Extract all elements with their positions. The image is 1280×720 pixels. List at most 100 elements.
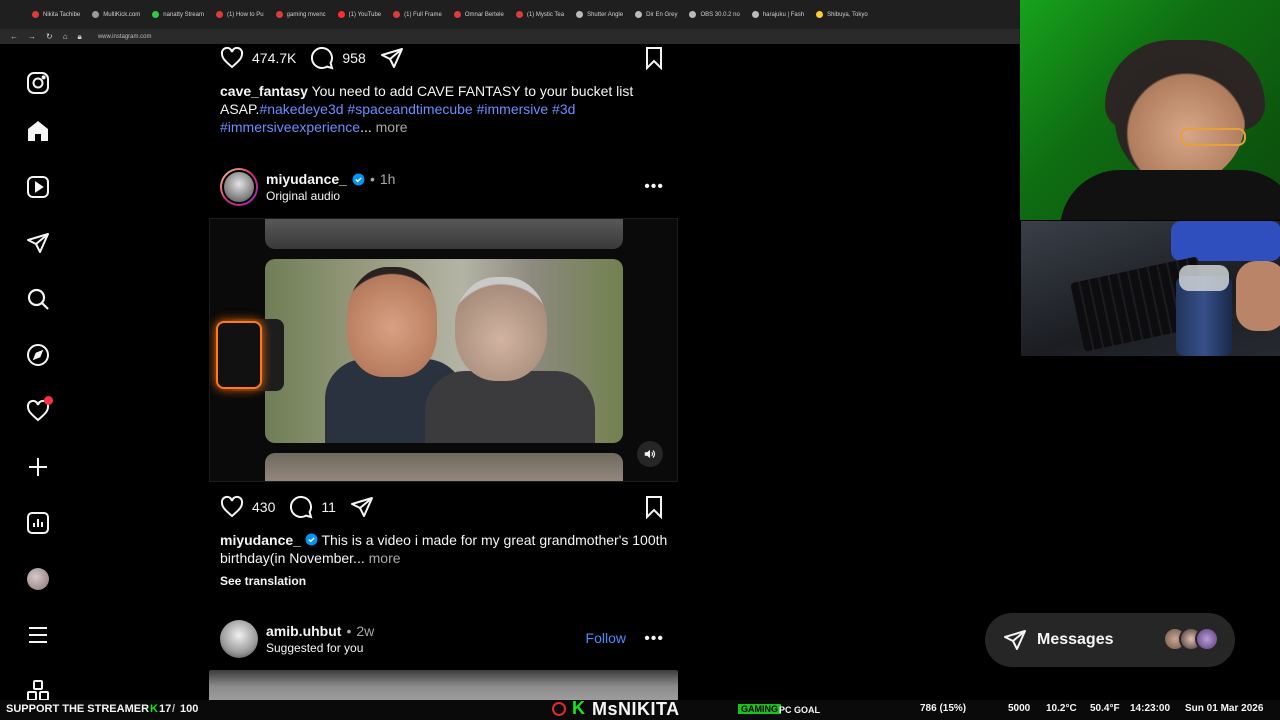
create-plus-icon[interactable] [26, 455, 50, 479]
profile-avatar[interactable] [26, 567, 50, 591]
back-arrow-icon[interactable]: ← [10, 32, 18, 41]
blue-cloth [1171, 221, 1280, 261]
browser-tab[interactable]: (1) How to Pu [210, 4, 270, 26]
url-field[interactable]: www.instagram.com [98, 34, 152, 40]
favicon-icon [635, 11, 643, 18]
post-username[interactable]: amib.uhbut [266, 623, 341, 639]
post-header: amib.uhbut • 2w Suggested for you Follow… [220, 620, 668, 660]
reload-icon[interactable]: ↻ [46, 32, 53, 41]
goal-progress: 786 (15%) [920, 703, 967, 714]
search-icon[interactable] [26, 287, 50, 311]
browser-tab[interactable]: Dir En Grey [629, 4, 683, 26]
audio-label[interactable]: Original audio [266, 189, 340, 203]
streamer-name: MsNIKITA [592, 699, 680, 719]
browser-tab[interactable]: (1) YouTube [332, 4, 387, 26]
weather-f: 50.4°F [1090, 703, 1120, 714]
comment-bubble-icon[interactable] [289, 495, 313, 519]
instagram-ring-icon [552, 702, 566, 716]
webcam-face [1020, 0, 1280, 220]
post-username[interactable]: miyudance_ [266, 171, 347, 187]
home-browser-icon[interactable]: ⌂ [63, 32, 68, 41]
browser-tab[interactable]: Omnar Bertele [448, 4, 510, 26]
verified-badge-icon [305, 533, 318, 546]
browser-tab[interactable]: Shutter Angle [570, 4, 629, 26]
more-options-icon[interactable]: ••• [644, 630, 664, 648]
favicon-icon [215, 11, 223, 18]
address-bar: ← → ↻ ⌂ 🔒︎ www.instagram.com [0, 29, 1020, 44]
browser-tab[interactable]: (1) Mystic Tea [510, 4, 570, 26]
post-video[interactable] [209, 218, 678, 482]
clock-time: 14:23:00 [1130, 703, 1171, 714]
count-b: 100 [180, 703, 199, 715]
message-avatars [1163, 627, 1219, 651]
caption-username[interactable]: miyudance_ [220, 532, 301, 548]
browser-tab[interactable]: Nikita Tachibe [26, 4, 86, 26]
like-heart-icon[interactable] [220, 495, 244, 519]
caption-username[interactable]: cave_fantasy [220, 83, 308, 99]
explore-compass-icon[interactable] [26, 343, 50, 367]
browser-tab[interactable]: Shibuya, Tokyo [810, 4, 874, 26]
browser-tab[interactable]: harajuku | Fash [746, 4, 810, 26]
like-heart-icon[interactable] [220, 46, 244, 70]
reels-icon[interactable] [26, 175, 50, 199]
more-link[interactable]: more [369, 550, 401, 566]
like-count: 474.7K [252, 50, 297, 66]
audio-toggle-button[interactable] [637, 441, 663, 467]
bookmark-icon[interactable] [642, 46, 666, 70]
separator-dot: • [369, 171, 375, 187]
caption-hashtags[interactable]: #immersiveexperience [220, 119, 360, 135]
more-options-icon[interactable]: ••• [644, 178, 664, 196]
browser-tab[interactable]: gaming mvenc [270, 4, 332, 26]
see-translation-link[interactable]: See translation [220, 574, 306, 588]
favicon-icon [152, 11, 160, 18]
count-a: 17 [159, 703, 172, 715]
dashboard-icon[interactable] [26, 511, 50, 535]
post-actions: 474.7K 958 [220, 44, 666, 72]
verified-badge-icon [352, 173, 365, 185]
favicon-icon [275, 11, 283, 18]
favicon-icon [453, 11, 461, 18]
share-send-icon[interactable] [380, 46, 404, 70]
post-caption: miyudance_ This is a video i made for my… [220, 531, 670, 567]
kick-small-icon: K [150, 703, 158, 715]
goal-text: PC GOAL [779, 705, 821, 715]
avatar[interactable] [220, 620, 258, 658]
direct-send-icon[interactable] [26, 231, 50, 255]
favicon-icon [337, 11, 345, 18]
notifications-heart-icon[interactable] [26, 396, 53, 423]
forward-arrow-icon[interactable]: → [28, 32, 36, 41]
bookmark-icon[interactable] [642, 495, 666, 519]
share-send-icon[interactable] [350, 495, 374, 519]
lock-icon: 🔒︎ [77, 31, 82, 41]
browser-tab[interactable]: OBS 30.0.2 no [683, 4, 745, 26]
caption-hashtags[interactable]: #nakedeye3d #spaceandtimecube #immersive… [259, 101, 575, 117]
story-ring-avatar[interactable] [220, 168, 258, 206]
browser-tab[interactable]: (1) Full Frame [387, 4, 448, 26]
film-frame-top [265, 219, 623, 249]
post-caption: cave_fantasy You need to add CAVE FANTAS… [220, 82, 670, 136]
post-username-row: amib.uhbut • 2w [266, 623, 374, 639]
favicon-icon [751, 11, 759, 18]
post-header: miyudance_ • 1h Original audio ••• [220, 168, 668, 208]
streamer-shirt [1060, 170, 1280, 220]
browser-tab[interactable]: MultiKick.com [86, 4, 146, 26]
tumbler-lid [1179, 265, 1229, 291]
instagram-logo-icon[interactable] [26, 71, 50, 95]
instagram-page: 474.7K 958 cave_fantasy You need to add … [0, 44, 1020, 710]
more-link[interactable]: more [376, 119, 408, 135]
comment-bubble-icon[interactable] [310, 46, 334, 70]
post-time: 2w [356, 623, 375, 639]
home-icon[interactable] [26, 119, 50, 143]
messages-button[interactable]: Messages [985, 613, 1235, 667]
favicon-icon [515, 11, 523, 18]
follow-button[interactable]: Follow [586, 630, 626, 646]
direct-send-icon [1004, 630, 1026, 650]
favicon-icon [32, 11, 39, 18]
menu-hamburger-icon[interactable] [26, 623, 50, 647]
favicon-icon [576, 11, 584, 18]
person-left-face [347, 267, 437, 377]
film-frame-bottom [265, 453, 623, 481]
speaker-icon [644, 449, 656, 459]
browser-tab[interactable]: nanatty Stream [146, 4, 210, 26]
comment-count: 11 [321, 499, 336, 515]
